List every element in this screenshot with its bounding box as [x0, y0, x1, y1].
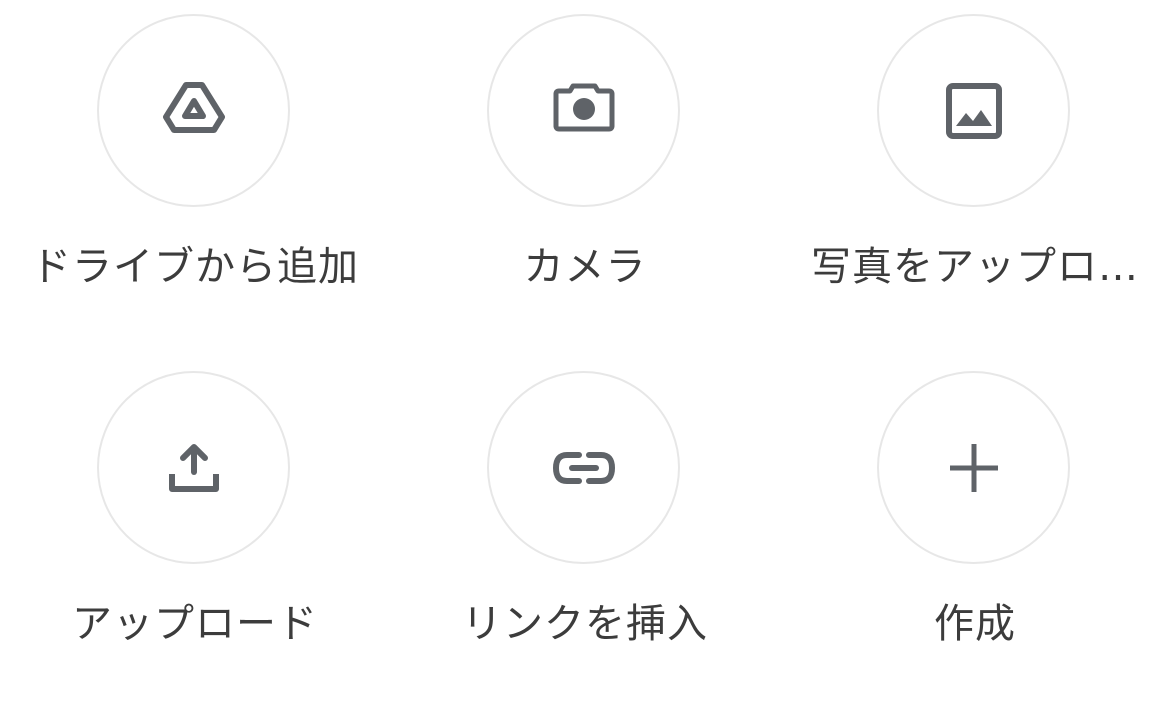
camera-circle[interactable] [487, 14, 680, 207]
add-from-drive-circle[interactable] [97, 14, 290, 207]
upload-photo-circle[interactable] [877, 14, 1070, 207]
camera-icon [548, 75, 620, 147]
upload-icon [158, 432, 230, 504]
attachment-options-grid: ドライブから追加 カメラ 写真をアップロ… アップロード リンクを挿入 作成 [0, 0, 1170, 707]
create-circle[interactable] [877, 371, 1070, 564]
upload-photo-button[interactable]: 写真をアップロ… [780, 0, 1170, 320]
create-label: 作成 [934, 601, 1016, 647]
link-icon [548, 432, 620, 504]
upload-photo-label: 写真をアップロ… [811, 244, 1139, 290]
camera-button[interactable]: カメラ [390, 0, 780, 320]
upload-label: アップロード [72, 601, 318, 647]
insert-link-button[interactable]: リンクを挿入 [390, 357, 780, 677]
plus-icon [938, 432, 1010, 504]
upload-circle[interactable] [97, 371, 290, 564]
image-icon [938, 75, 1010, 147]
upload-button[interactable]: アップロード [0, 357, 390, 677]
camera-label: カメラ [523, 244, 647, 290]
add-from-drive-label: ドライブから追加 [31, 244, 359, 290]
insert-link-circle[interactable] [487, 371, 680, 564]
create-button[interactable]: 作成 [780, 357, 1170, 677]
add-from-drive-button[interactable]: ドライブから追加 [0, 0, 390, 320]
drive-icon [158, 75, 230, 147]
insert-link-label: リンクを挿入 [462, 601, 708, 647]
